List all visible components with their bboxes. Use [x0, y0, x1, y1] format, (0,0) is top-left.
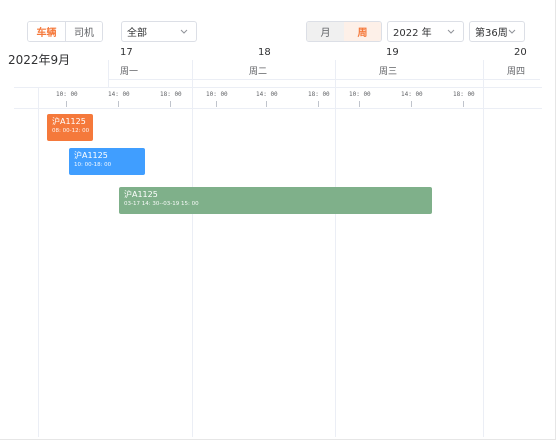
day-weekday: 周二 — [249, 67, 268, 77]
booking-time: 10: 00-18: 00 — [74, 162, 112, 168]
tick-mark — [216, 101, 217, 107]
booking-time: 03-17 14: 30--03-19 15: 00 — [124, 201, 199, 207]
time-tick-label: 14: 00 — [108, 91, 130, 98]
timeline-divider — [14, 108, 542, 109]
tab-month[interactable]: 月 — [307, 22, 344, 41]
time-tick-label: 10: 00 — [206, 91, 228, 98]
grid-line — [38, 87, 39, 437]
grid-line — [335, 60, 336, 437]
week-select[interactable]: 第36周 — [469, 21, 525, 42]
grid-line — [108, 60, 109, 87]
tab-driver[interactable]: 司机 — [65, 22, 102, 41]
tick-mark — [359, 101, 360, 107]
booking-time: 08: 00-12: 00 — [52, 128, 90, 134]
week-select-value: 第36周 — [475, 28, 508, 39]
tab-week[interactable]: 周 — [344, 22, 381, 41]
chevron-down-icon — [508, 29, 516, 34]
tick-mark — [66, 101, 67, 107]
booking-bar[interactable]: 沪A1125 08: 00-12: 00 — [47, 114, 93, 141]
chevron-down-icon — [180, 29, 188, 34]
year-select-value: 2022 年 — [393, 28, 432, 39]
chevron-down-icon — [447, 29, 455, 34]
tick-mark — [266, 101, 267, 107]
tick-mark — [118, 101, 119, 107]
tab-vehicle[interactable]: 车辆 — [28, 22, 65, 41]
schedule-panel — [0, 0, 556, 440]
tick-mark — [170, 101, 171, 107]
period-toggle: 月 周 — [306, 21, 382, 42]
filter-select-value: 全部 — [127, 28, 147, 39]
time-tick-label: 18: 00 — [308, 91, 330, 98]
day-weekday: 周三 — [379, 67, 398, 77]
booking-plate: 沪A1125 — [52, 117, 86, 126]
mode-toggle: 车辆 司机 — [27, 21, 103, 42]
time-tick-label: 14: 00 — [256, 91, 278, 98]
grid-line — [192, 60, 193, 437]
time-tick-label: 14: 00 — [401, 91, 423, 98]
booking-plate: 沪A1125 — [74, 151, 108, 160]
time-tick-label: 18: 00 — [160, 91, 182, 98]
day-number: 18 — [258, 47, 271, 58]
day-weekday: 周四 — [507, 67, 526, 77]
grid-line — [483, 60, 484, 437]
time-tick-label: 10: 00 — [349, 91, 371, 98]
tick-mark — [318, 101, 319, 107]
month-title: 2022年9月 — [8, 53, 71, 67]
booking-plate: 沪A1125 — [124, 190, 158, 199]
header-divider — [108, 79, 540, 80]
filter-select[interactable]: 全部 — [121, 21, 197, 42]
day-number: 20 — [514, 47, 527, 58]
tick-mark — [463, 101, 464, 107]
time-tick-label: 10: 00 — [56, 91, 78, 98]
day-number: 19 — [386, 47, 399, 58]
day-weekday: 周一 — [120, 67, 139, 77]
tick-mark — [411, 101, 412, 107]
booking-bar[interactable]: 沪A1125 03-17 14: 30--03-19 15: 00 — [119, 187, 432, 214]
booking-bar[interactable]: 沪A1125 10: 00-18: 00 — [69, 148, 145, 175]
day-number: 17 — [120, 47, 133, 58]
header-divider — [14, 87, 542, 88]
year-select[interactable]: 2022 年 — [387, 21, 464, 42]
time-tick-label: 18: 00 — [453, 91, 475, 98]
